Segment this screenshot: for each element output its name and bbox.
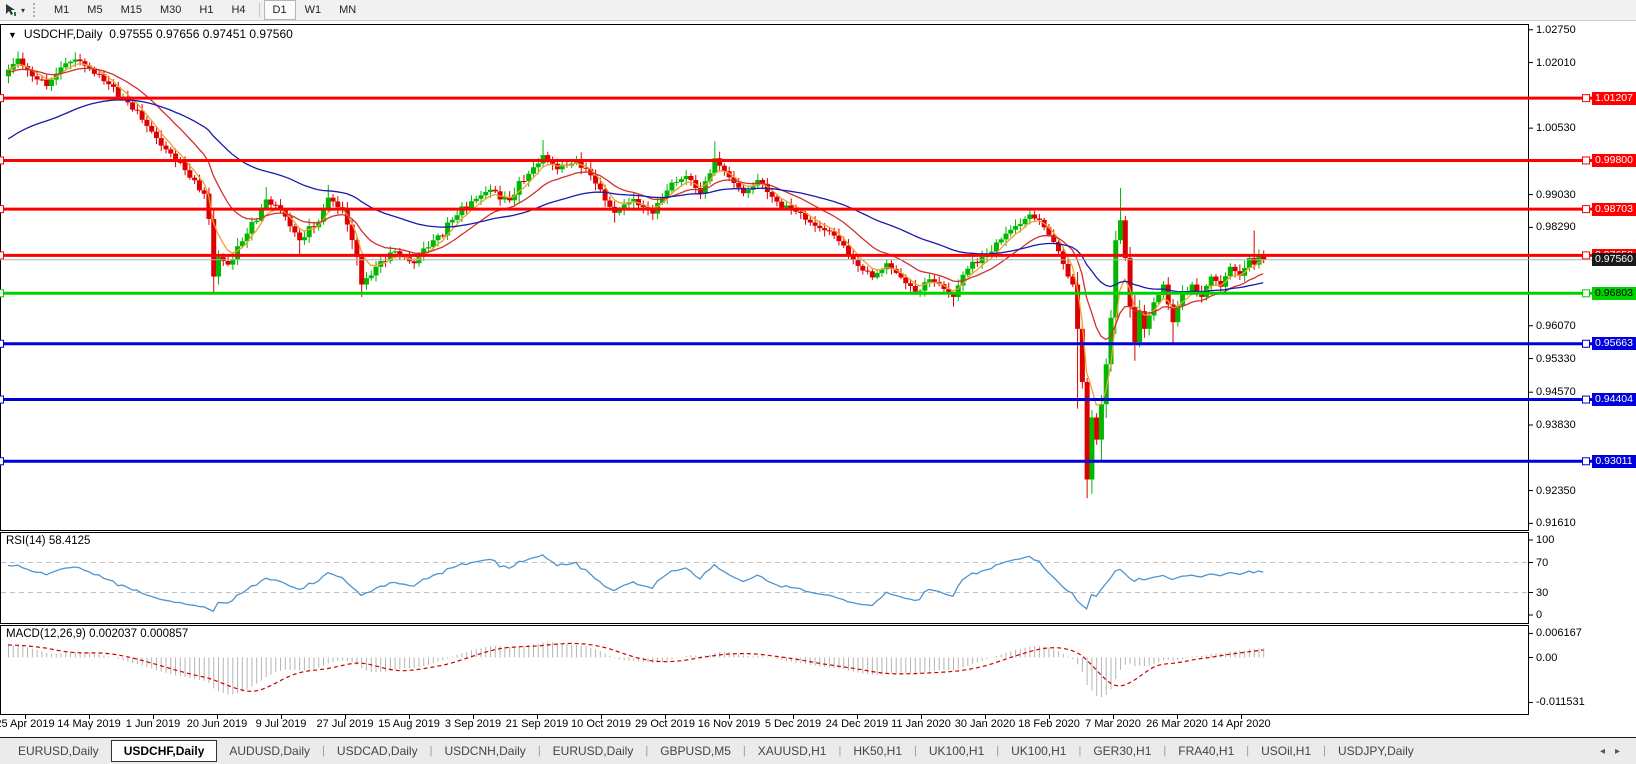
date-axis-label: 14 Apr 2020: [1211, 718, 1271, 730]
hline-left-handle: [0, 395, 4, 404]
macd-axis-label: -0.011531: [1536, 696, 1585, 709]
hline-right-handle: [1582, 339, 1590, 348]
rsi-axis-label: 100: [1536, 534, 1555, 546]
price-axis-label: 0.91610: [1536, 517, 1576, 530]
tab-uk100-h1[interactable]: UK100,H1: [917, 742, 996, 761]
rsi-value: 58.4125: [48, 535, 91, 547]
price-line-badge: 0.93011: [1592, 454, 1636, 468]
macd-axis-label: 0.00: [1536, 651, 1558, 664]
hline-left-handle: [0, 205, 4, 214]
price-axis-label: 0.98290: [1536, 221, 1576, 234]
price-axis-label: 0.92350: [1536, 484, 1576, 497]
chart-title-quotes: 0.97555 0.97656 0.97451 0.97560: [109, 27, 293, 41]
hline-right-handle: [1582, 457, 1590, 466]
date-axis-label: 1 Jun 2019: [125, 718, 181, 730]
hline-right-handle: [1582, 289, 1590, 298]
date-axis-label: 5 Dec 2019: [764, 718, 822, 730]
macd-signal-value: 0.000857: [140, 628, 189, 640]
hline-left-handle: [0, 289, 4, 298]
chart-canvas[interactable]: [0, 0, 1636, 764]
tab-hk50-h1[interactable]: HK50,H1: [841, 742, 914, 761]
hline-right-handle: [1582, 156, 1590, 165]
price-line-badge: 0.96803: [1592, 286, 1636, 300]
date-axis-label: 10 Oct 2019: [571, 718, 631, 730]
price-axis-label: 0.93830: [1536, 418, 1576, 431]
hline-left-handle: [0, 156, 4, 165]
hline-left-handle: [0, 339, 4, 348]
price-axis-label: 1.02010: [1536, 56, 1576, 69]
tab-scroll-arrows: ◂▸: [1600, 746, 1630, 757]
date-axis-label: 7 Mar 2020: [1085, 718, 1141, 730]
date-axis-label: 26 Mar 2020: [1146, 718, 1208, 730]
tab-usdjpy-daily[interactable]: USDJPY,Daily: [1326, 742, 1426, 761]
price-line-badge: 0.95663: [1592, 337, 1636, 351]
tab-eurusd-daily[interactable]: EURUSD,Daily: [6, 742, 111, 761]
price-axis-label: 0.94570: [1536, 386, 1576, 399]
chart-title: ▼ USDCHF,Daily 0.97555 0.97656 0.97451 0.…: [8, 27, 293, 41]
date-axis-label: 14 May 2019: [57, 718, 121, 730]
date-axis-label: 29 Oct 2019: [635, 718, 695, 730]
rsi-label: RSI(14) 58.4125: [6, 535, 91, 547]
price-line-badge: 0.98703: [1592, 202, 1636, 216]
hline-right-handle: [1582, 94, 1590, 103]
macd-axis-label: 0.006167: [1536, 627, 1582, 640]
price-axis-label: 0.95330: [1536, 352, 1576, 365]
price-axis-label: 0.96070: [1536, 319, 1576, 332]
symbol-dropdown-icon[interactable]: ▼: [8, 30, 17, 40]
rsi-axis-label: 30: [1536, 586, 1549, 599]
tab-scroll-left-icon[interactable]: ◂: [1600, 746, 1615, 757]
chart-title-symbol: USDCHF,Daily: [23, 27, 103, 41]
date-axis-label: 25 Apr 2019: [0, 718, 55, 730]
tab-xauusd-h1[interactable]: XAUUSD,H1: [746, 742, 839, 761]
price-line-badge: 0.94404: [1592, 393, 1636, 407]
hline-right-handle: [1582, 205, 1590, 214]
date-axis-label: 20 Jun 2019: [186, 718, 248, 730]
tab-uk100-h1[interactable]: UK100,H1: [999, 742, 1078, 761]
hline-right-handle: [1582, 395, 1590, 404]
rsi-axis-label: 70: [1536, 556, 1549, 569]
date-axis-label: 30 Jan 2020: [954, 718, 1016, 730]
date-axis-label: 24 Dec 2019: [825, 718, 889, 730]
date-axis-label: 9 Jul 2019: [255, 718, 307, 730]
hline-left-handle: [0, 94, 4, 103]
tab-scroll-right-icon[interactable]: ▸: [1615, 746, 1630, 757]
current-price-badge: 0.97560: [1592, 253, 1636, 267]
price-axis-label: 1.00530: [1536, 122, 1576, 135]
tab-usdcnh-daily[interactable]: USDCNH,Daily: [432, 742, 537, 761]
chart-tab-bar: EURUSD,Daily USDCHF,Daily AUDUSD,Daily | USD…: [0, 737, 1636, 764]
date-axis-label: 16 Nov 2019: [697, 718, 761, 730]
mt4-chart-window: ▾ M1 M5 M15 M30 H1 H4 D1 W1 MN ▼ USDCHF,Daily 0.9…: [0, 0, 1636, 764]
date-axis-label: 15 Aug 2019: [378, 718, 440, 730]
macd-label: MACD(12,26,9) 0.002037 0.000857: [6, 628, 189, 640]
price-axis-label: 0.99030: [1536, 188, 1576, 201]
tab-gbpusd-m5[interactable]: GBPUSD,M5: [648, 742, 743, 761]
hline-left-handle: [0, 251, 4, 260]
tab-usdcad-daily[interactable]: USDCAD,Daily: [325, 742, 430, 761]
tab-ger30-h1[interactable]: GER30,H1: [1081, 742, 1163, 761]
date-axis-label: 18 Feb 2020: [1018, 718, 1080, 730]
hline-right-handle: [1582, 251, 1590, 260]
tab-usoil-h1[interactable]: USOil,H1: [1249, 742, 1323, 761]
price-line-badge: 0.99800: [1592, 153, 1636, 167]
date-axis-label: 3 Sep 2019: [444, 718, 502, 730]
tab-audusd-daily[interactable]: AUDUSD,Daily: [217, 742, 322, 761]
tab-fra40-h1[interactable]: FRA40,H1: [1166, 742, 1246, 761]
rsi-axis-label: 0: [1536, 609, 1543, 621]
price-line-badge: 1.01207: [1592, 91, 1636, 105]
date-axis-label: 11 Jan 2020: [891, 718, 951, 730]
tab-usdchf-daily[interactable]: USDCHF,Daily: [110, 740, 218, 762]
date-axis-label: 27 Jul 2019: [316, 718, 374, 730]
macd-main-value: 0.002037: [89, 628, 138, 640]
price-axis-label: 1.02750: [1536, 23, 1576, 36]
hline-left-handle: [0, 457, 4, 466]
date-axis-label: 21 Sep 2019: [505, 718, 569, 730]
tab-eurusd-daily[interactable]: EURUSD,Daily: [541, 742, 646, 761]
